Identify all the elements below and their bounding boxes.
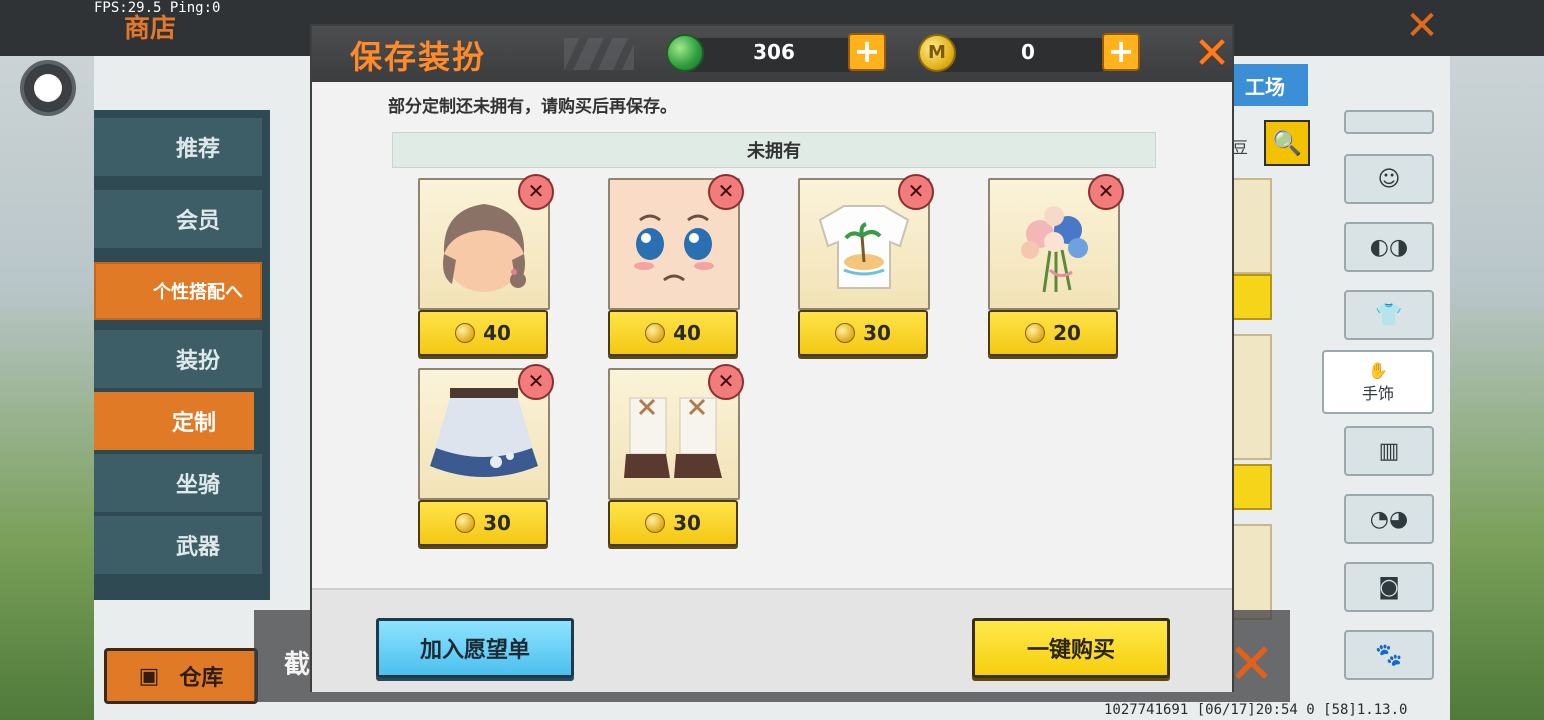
item-price: 40 [673,321,701,345]
side-item-mount[interactable]: 坐骑 [94,454,262,512]
buy-all-button[interactable]: 一键购买 [972,618,1170,678]
section-header: 未拥有 [392,132,1156,168]
strip-close-icon[interactable]: ✕ [1228,632,1275,697]
screenshot-label: 截 [284,650,311,680]
remove-item-button[interactable]: ✕ [1088,174,1124,210]
remove-item-button[interactable]: ✕ [518,364,554,400]
coin-icon [835,323,856,343]
item-face: ✕ 40 [608,174,744,358]
gem-value: 306 [753,40,795,64]
search-icon: 🔍 [1272,129,1302,157]
side-item-outfit[interactable]: 装扮 [94,330,262,388]
buy-item-button[interactable]: 40 [608,310,738,356]
modal-title: 保存装扮 [350,38,487,76]
add-gems-button[interactable]: + [848,33,886,71]
side-item-vip[interactable]: 会员 [94,190,262,248]
coin-icon [645,513,666,533]
item-bouquet: ✕ 20 [988,174,1124,358]
category-backpack[interactable]: ◙ [1344,562,1434,612]
shop-title: 商店 [124,14,177,44]
add-coins-button[interactable]: + [1102,33,1140,71]
coin-icon [645,323,666,343]
category-pet[interactable]: 🐾 [1344,630,1434,680]
item-price: 40 [483,321,511,345]
pants-icon: ▥ [1378,438,1400,464]
side-item-weapon[interactable]: 武器 [94,516,262,574]
modal-header: 保存装扮 306 + M 0 + ✕ [312,26,1232,82]
item-hair: ✕ 40 [418,174,554,358]
category-shoes[interactable]: ◔◕ [1344,494,1434,544]
item-boots: ✕ 30 [608,364,744,548]
face-icon: ☺ [1377,166,1401,192]
header-decoration [564,38,634,70]
coin-icon [455,323,476,343]
shirt-icon: 👕 [1375,302,1403,328]
category-column: ☺ ◐◑ 👕 ✋ 手饰 ▥ ◔◕ ◙ 🐾 [1320,110,1450,720]
bg-price-button [1228,274,1272,320]
category-top[interactable] [1344,110,1434,134]
side-item-personal[interactable]: 个性搭配へ [94,262,262,320]
item-tshirt: ✕ 30 [798,174,934,358]
warehouse-label: 仓库 [179,666,224,691]
bean-label: 豆 [1232,138,1249,157]
paw-icon: 🐾 [1375,642,1403,668]
buy-item-button[interactable]: 40 [418,310,548,356]
mask-icon: ◐◑ [1369,234,1409,260]
buy-item-button[interactable]: 30 [608,500,738,546]
tab-workshop[interactable]: 工场 [1222,64,1308,106]
category-pants[interactable]: ▥ [1344,426,1434,476]
item-price: 20 [1053,321,1081,345]
bg-item-card [1228,524,1272,620]
remove-item-button[interactable]: ✕ [708,364,744,400]
remove-item-button[interactable]: ✕ [518,174,554,210]
remove-item-button[interactable]: ✕ [898,174,934,210]
hand-accessory-label: 手饰 [1361,383,1394,403]
search-button[interactable]: 🔍 [1264,120,1310,166]
version-info: 1027741691 [06/17]20:54 0 [58]1.13.0 [1104,702,1408,718]
shoes-icon: ◔◕ [1369,506,1409,532]
item-price: 30 [483,511,511,535]
save-outfit-modal: 保存装扮 306 + M 0 + ✕ 部分定制还未拥有，请购买后再保存。 未拥有… [310,24,1234,692]
category-face[interactable]: ☺ [1344,154,1434,204]
category-shirt[interactable]: 👕 [1344,290,1434,340]
add-to-wishlist-button[interactable]: 加入愿望单 [376,618,574,678]
buy-item-button[interactable]: 30 [798,310,928,356]
category-mask[interactable]: ◐◑ [1344,222,1434,272]
chest-icon: ▣ [138,663,160,689]
coin-icon [455,513,476,533]
backpack-icon: ◙ [1378,574,1400,600]
category-hand-accessory[interactable]: ✋ 手饰 [1322,350,1434,414]
notice-text: 部分定制还未拥有，请购买后再保存。 [388,97,677,117]
side-item-custom[interactable]: 定制 [94,392,254,450]
bg-item-card [1228,178,1272,274]
item-price: 30 [863,321,891,345]
close-icon[interactable]: ✕ [1192,32,1232,76]
remove-item-button[interactable]: ✕ [708,174,744,210]
buy-item-button[interactable]: 20 [988,310,1118,356]
buy-item-button[interactable]: 30 [418,500,548,546]
item-price: 30 [673,511,701,535]
item-skirt: ✕ 30 [418,364,554,548]
warehouse-button[interactable]: ▣ 仓库 [104,648,258,704]
gem-icon [666,34,704,72]
record-button[interactable] [20,60,76,116]
hand-accessory-icon: ✋ [1368,360,1388,380]
shop-close-icon[interactable]: ✕ [1402,6,1442,46]
side-menu: 推荐 会员 个性搭配へ 装扮 定制 坐骑 武器 [94,110,270,600]
side-item-recommend[interactable]: 推荐 [94,118,262,176]
coin-icon: M [918,34,956,72]
bg-price-button [1228,464,1272,510]
coin-icon [1025,323,1046,343]
coin-value: 0 [1021,40,1035,64]
bg-item-card [1228,334,1272,460]
modal-footer: 加入愿望单 一键购买 [312,588,1232,692]
